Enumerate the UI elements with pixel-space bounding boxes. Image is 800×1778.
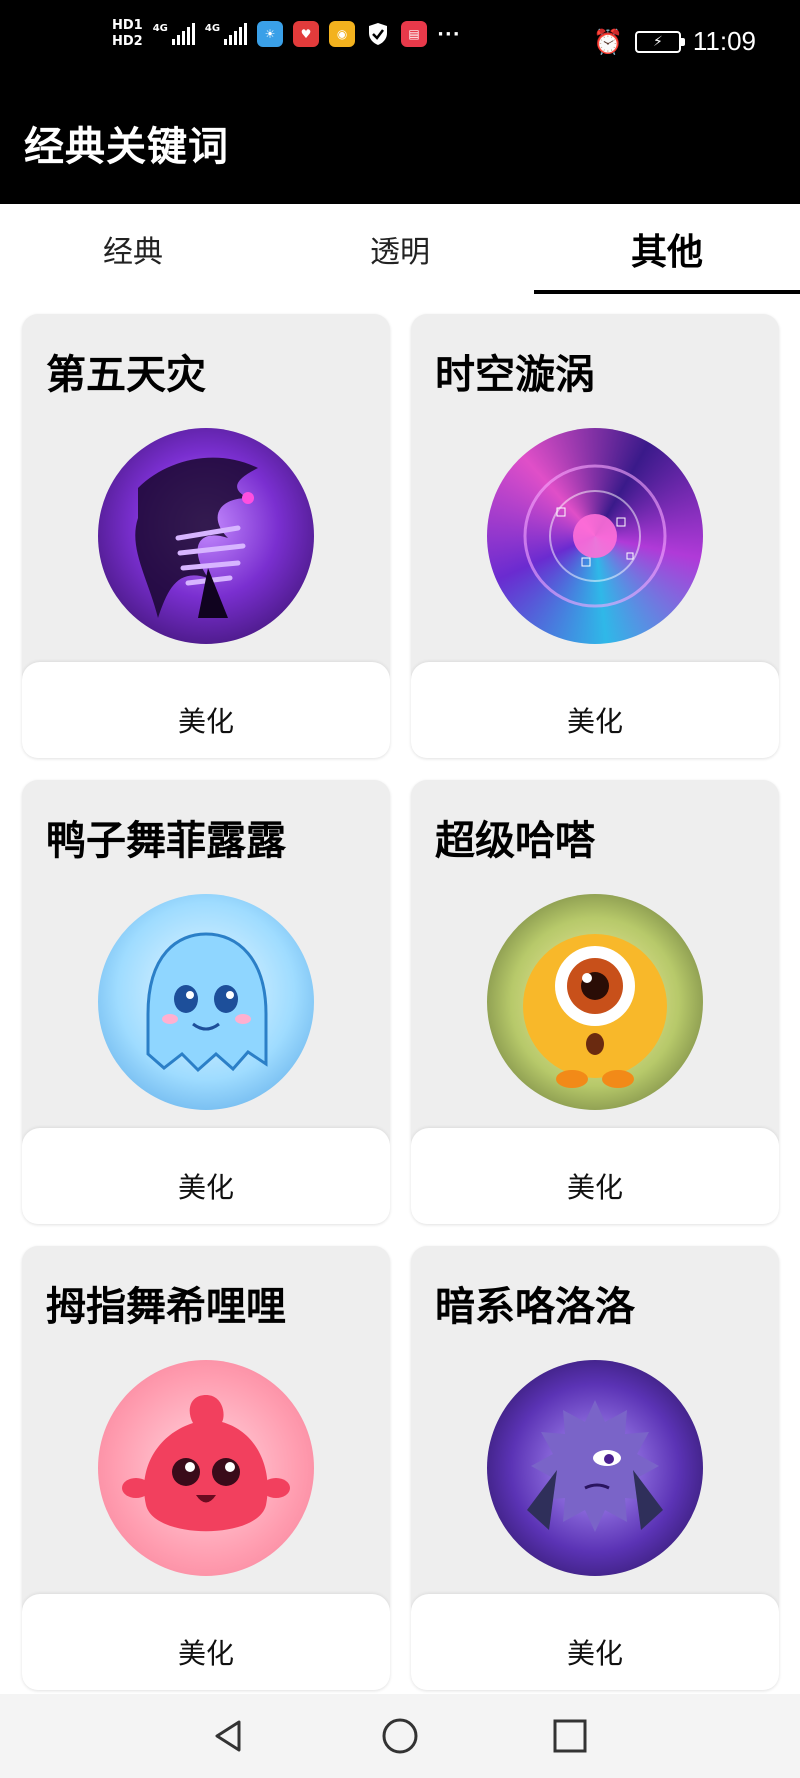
card-item[interactable]: 鸭子舞菲露露 美化 [22,780,390,1224]
book-app-icon: ▤ [401,21,428,47]
yellow-monster-avatar-image [487,894,703,1110]
beautify-button[interactable]: 美化 [22,1594,390,1690]
status-bar: HD1 HD2 4G 4G ☀ ♥ ◉ ▤ ··· ⏰ ⚡ 11:09 [0,0,800,88]
card-item[interactable]: 超级哈嗒 美化 [411,780,779,1224]
recents-square-icon[interactable] [546,1712,594,1760]
beautify-button[interactable]: 美化 [22,1128,390,1224]
home-circle-icon[interactable] [376,1712,424,1760]
hd1-label: HD1 [112,18,143,33]
beautify-button[interactable]: 美化 [411,1128,779,1224]
system-nav-bar [0,1694,800,1778]
dark-spiky-avatar-image [487,1360,703,1576]
shield-icon [365,21,391,47]
status-right: ⏰ ⚡ 11:09 [593,26,756,57]
alarm-icon: ⏰ [592,27,623,56]
pink-blob-avatar-image [98,1360,314,1576]
clock: 11:09 [692,26,756,56]
tab-bar: 经典 透明 其他 [0,204,800,294]
tab-classic[interactable]: 经典 [0,204,266,294]
store-app-icon: ♥ [293,21,320,47]
battery-charging-icon: ⚡ [634,30,685,53]
card-title: 第五天灾 [46,352,206,398]
status-left: HD1 HD2 4G 4G ☀ ♥ ◉ ▤ ··· [112,18,461,50]
card-item[interactable]: 第五天灾 美化 [22,314,390,758]
back-triangle-icon[interactable] [205,1712,253,1760]
weibo-icon: ◉ [329,21,356,47]
signal-2-icon: 4G [204,23,248,45]
hd-indicator: HD1 HD2 [112,18,143,50]
tab-other[interactable]: 其他 [534,204,800,294]
net1-label: 4G [152,23,168,34]
signal-1-icon: 4G [153,23,195,45]
card-item[interactable]: 时空漩涡 美化 [411,314,779,758]
beautify-button[interactable]: 美化 [411,662,779,758]
page-title: 经典关键词 [24,124,229,170]
app-bar: 经典关键词 [0,88,800,204]
beautify-button[interactable]: 美化 [22,662,390,758]
card-title: 暗系咯洛洛 [435,1284,635,1330]
card-item[interactable]: 拇指舞希哩哩 美化 [22,1246,390,1690]
card-item[interactable]: 暗系咯洛洛 美化 [411,1246,779,1690]
dragon-avatar-image [98,428,314,644]
card-title: 鸭子舞菲露露 [46,818,286,864]
blue-jelly-avatar-image [98,894,314,1110]
more-notifications: ··· [437,23,461,45]
hd2-label: HD2 [112,34,143,49]
tab-transparent[interactable]: 透明 [267,204,533,294]
card-title: 拇指舞希哩哩 [46,1284,286,1330]
vortex-avatar-image [487,428,703,644]
beautify-button[interactable]: 美化 [411,1594,779,1690]
card-grid: 第五天灾 美化 时空漩涡 美化 鸭子舞菲露露 美化 超级哈嗒 美化 拇指舞希哩哩… [0,294,800,1694]
net2-label: 4G [204,23,221,34]
card-title: 时空漩涡 [435,352,595,398]
weather-app-icon: ☀ [257,21,284,47]
card-title: 超级哈嗒 [435,818,595,864]
